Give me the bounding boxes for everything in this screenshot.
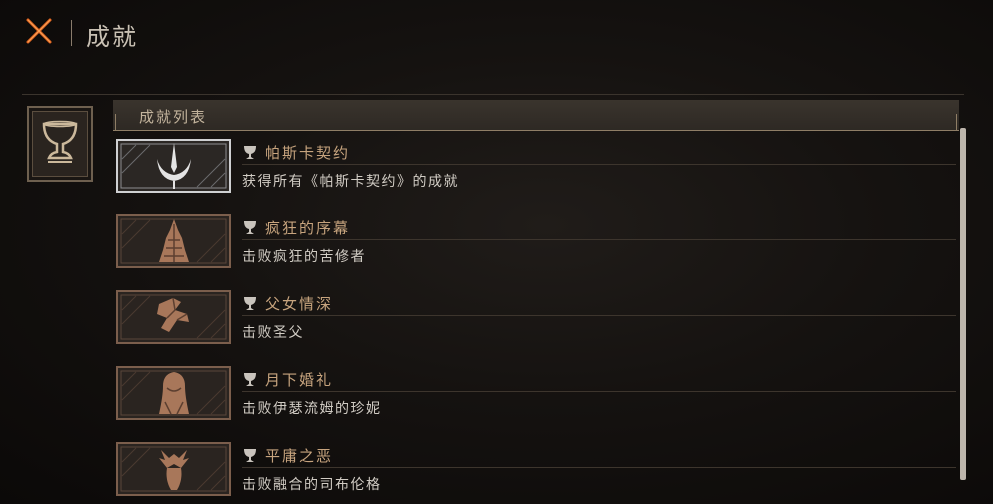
achievement-title: 帕斯卡契约 — [265, 144, 351, 162]
achievement-item[interactable]: 疯狂的序幕 击败疯狂的苦修者 — [116, 214, 956, 276]
achievement-item[interactable]: 平庸之恶 击败融合的司布伦格 — [116, 442, 956, 504]
achievement-title-row: 父女情深 — [242, 293, 956, 316]
separator-line — [22, 94, 964, 95]
achievement-item[interactable]: 月下婚礼 击败伊瑟流姆的珍妮 — [116, 366, 956, 428]
trophy-icon — [244, 449, 256, 462]
trophy-icon — [244, 146, 256, 159]
achievement-description: 击败圣父 — [242, 325, 304, 341]
spiked-tower-icon — [159, 219, 189, 262]
chalice-icon — [42, 120, 78, 163]
close-button[interactable] — [22, 14, 56, 48]
dark-crescent-blade-icon — [157, 143, 191, 189]
broken-hands-icon — [157, 297, 189, 332]
page-title: 成就 — [86, 23, 138, 51]
achievement-description: 击败伊瑟流姆的珍妮 — [242, 401, 382, 417]
antlered-beast-icon — [159, 450, 189, 490]
achievement-title: 月下婚礼 — [265, 371, 334, 389]
achievement-item[interactable]: 父女情深 击败圣父 — [116, 290, 956, 352]
list-header: 成就列表 — [113, 100, 959, 131]
trophy-icon — [244, 373, 256, 386]
trophy-icon — [244, 221, 256, 234]
achievement-title: 疯狂的序幕 — [265, 219, 351, 237]
close-x-icon — [26, 18, 52, 44]
achievement-category-tab[interactable] — [27, 106, 93, 182]
achievement-item[interactable]: 帕斯卡契约 获得所有《帕斯卡契约》的成就 — [116, 139, 956, 201]
achievement-badge — [116, 214, 231, 268]
achievement-title-row: 疯狂的序幕 — [242, 217, 956, 240]
trophy-icon — [244, 297, 256, 310]
achievement-title: 父女情深 — [265, 295, 334, 313]
achievement-description: 获得所有《帕斯卡契约》的成就 — [242, 174, 459, 190]
achievement-badge — [116, 290, 231, 344]
list-header-label: 成就列表 — [139, 108, 208, 126]
achievement-title-row: 帕斯卡契约 — [242, 142, 956, 165]
achievement-description: 击败融合的司布伦格 — [242, 477, 382, 493]
achievement-title-row: 月下婚礼 — [242, 369, 956, 392]
achievement-title-row: 平庸之恶 — [242, 445, 956, 468]
veiled-bride-icon — [159, 372, 189, 415]
achievement-title: 平庸之恶 — [265, 447, 334, 465]
header-corner-left — [115, 114, 126, 130]
achievement-badge — [116, 366, 231, 420]
achievement-badge — [116, 139, 231, 193]
title-divider — [71, 20, 72, 46]
scrollbar-thumb[interactable] — [960, 128, 966, 480]
achievement-badge — [116, 442, 231, 496]
top-bar: 成就 — [0, 0, 993, 70]
achievement-description: 击败疯狂的苦修者 — [242, 249, 366, 265]
header-corner-right — [946, 114, 957, 130]
